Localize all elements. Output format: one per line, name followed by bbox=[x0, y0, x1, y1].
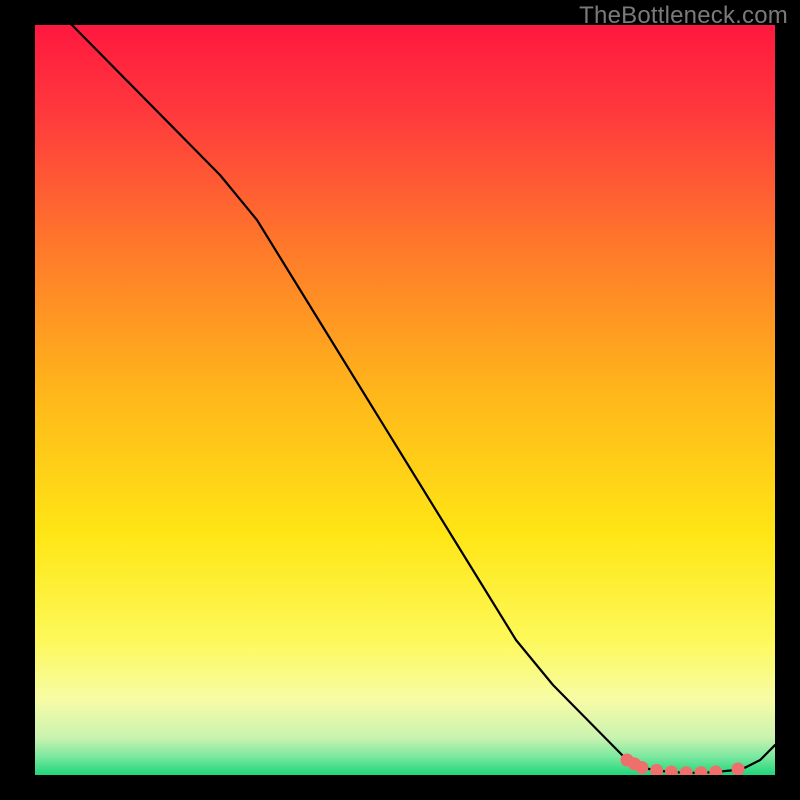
marker-dot bbox=[635, 761, 648, 774]
chart-stage: TheBottleneck.com bbox=[0, 0, 800, 800]
bottleneck-chart bbox=[35, 25, 775, 775]
watermark-text: TheBottleneck.com bbox=[579, 2, 788, 30]
plot-background bbox=[35, 25, 775, 775]
marker-dot bbox=[732, 763, 745, 776]
